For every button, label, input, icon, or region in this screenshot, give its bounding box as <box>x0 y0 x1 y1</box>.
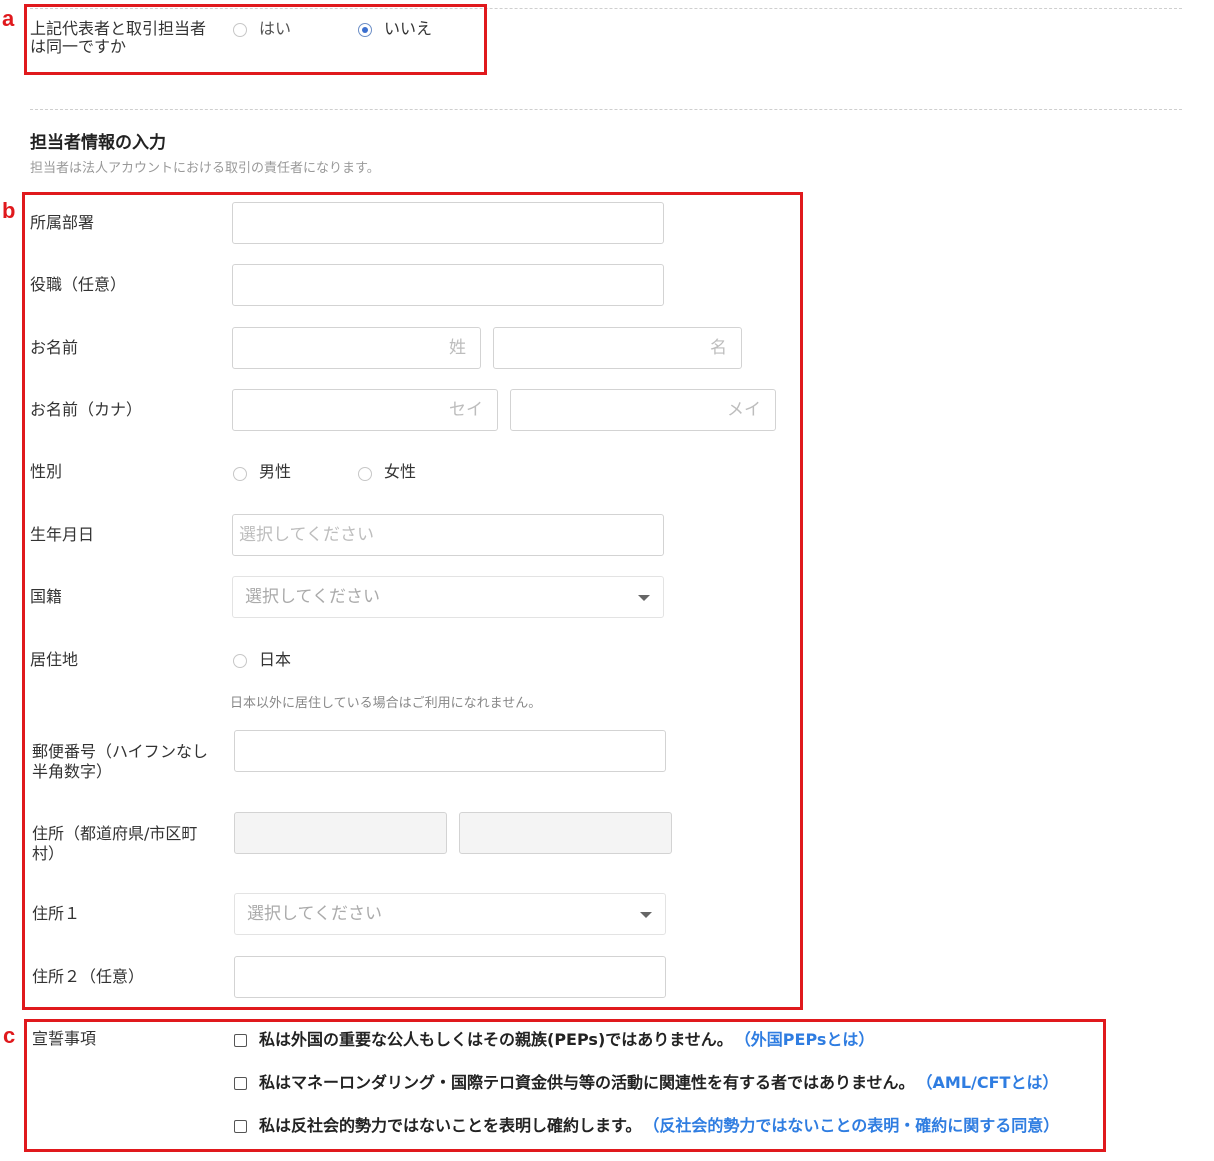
highlight-box-b <box>22 192 803 1010</box>
section-subtitle: 担当者は法人アカウントにおける取引の責任者になります。 <box>30 161 380 176</box>
section-divider <box>30 109 1182 110</box>
section-title: 担当者情報の入力 <box>30 133 166 153</box>
highlight-tag-b: b <box>2 198 16 223</box>
highlight-box-c <box>24 1019 1106 1152</box>
highlight-tag-a: a <box>2 6 15 31</box>
highlight-box-a <box>24 4 487 75</box>
highlight-tag-c: c <box>3 1023 16 1048</box>
